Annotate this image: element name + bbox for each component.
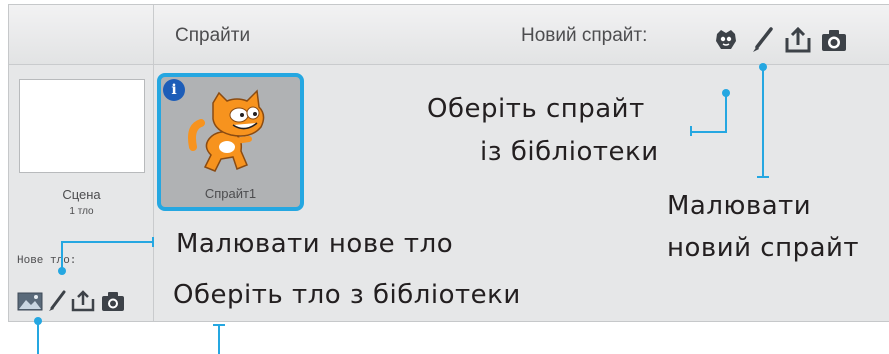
callout-line — [61, 241, 154, 243]
callout-line — [37, 320, 39, 354]
stage-header — [9, 5, 153, 65]
cat-sprite-icon — [188, 89, 265, 172]
camera-icon[interactable] — [821, 27, 847, 53]
sprite-library-icon[interactable] — [713, 27, 739, 53]
new-backdrop-label: Нове тло: — [17, 255, 77, 267]
annotation-paint-sprite-2: новий спрайт — [667, 233, 860, 263]
paintbrush-icon[interactable] — [47, 290, 67, 312]
upload-icon[interactable] — [785, 27, 811, 53]
annotation-choose-sprite-2: із бібліотеки — [480, 137, 659, 167]
stage-column: Сцена 1 тло Нове тло: — [9, 5, 154, 321]
backdrop-count: 1 тло — [69, 206, 94, 217]
callout-line — [690, 131, 727, 133]
camera-icon[interactable] — [101, 290, 125, 312]
annotation-choose-backdrop: Оберіть тло з бібліотеки — [173, 280, 521, 310]
upload-icon[interactable] — [71, 290, 95, 312]
callout-dot — [58, 267, 66, 275]
annotation-paint-backdrop: Малювати нове тло — [176, 229, 454, 259]
annotation-choose-sprite: Оберіть спрайт — [427, 94, 645, 124]
callout-line — [762, 67, 764, 177]
callout-line — [725, 93, 727, 132]
new-sprite-label: Новий спрайт: — [521, 25, 648, 46]
callout-line — [213, 324, 225, 326]
sprites-title: Спрайти — [175, 25, 251, 46]
sprite-name: Спрайт1 — [204, 186, 257, 201]
sprites-pane: Сцена 1 тло Нове тло: Спрайти Новий спра… — [8, 4, 889, 322]
stage-thumbnail[interactable] — [19, 79, 145, 173]
backdrop-library-icon[interactable] — [17, 290, 43, 312]
callout-line — [152, 237, 154, 247]
callout-line — [690, 126, 692, 136]
stage-name: Сцена — [62, 187, 101, 202]
sprite-tile[interactable]: i Спрайт1 — [157, 73, 304, 211]
paintbrush-icon[interactable] — [749, 27, 775, 53]
callout-line — [61, 241, 63, 269]
annotation-paint-sprite: Малювати — [667, 191, 812, 221]
callout-line — [218, 324, 220, 354]
callout-line — [757, 176, 769, 178]
info-icon[interactable]: i — [163, 79, 185, 101]
